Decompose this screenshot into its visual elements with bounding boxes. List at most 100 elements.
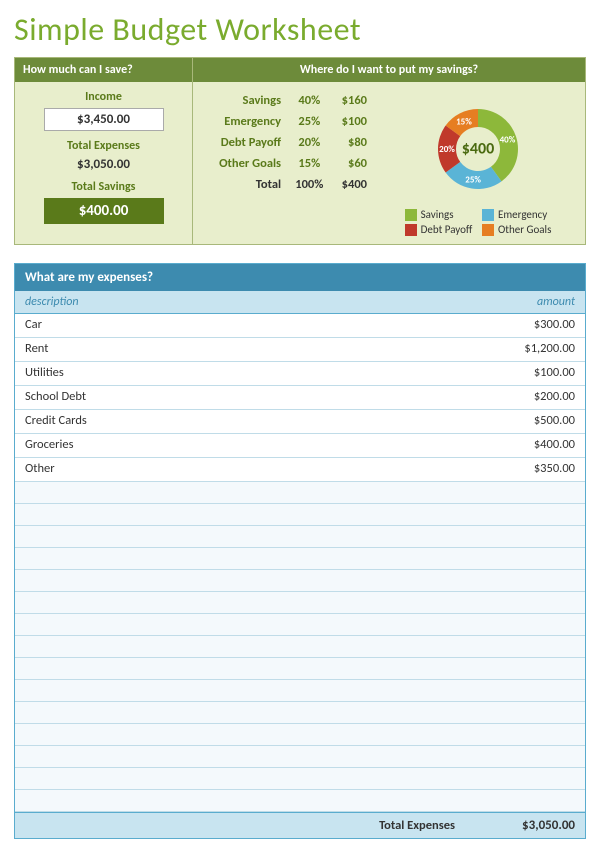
- expense-amt-empty[interactable]: [465, 768, 585, 789]
- expense-desc[interactable]: Credit Cards: [15, 410, 465, 433]
- expense-row-empty: [15, 592, 585, 614]
- where-put-savings-header: Where do I want to put my savings?: [193, 58, 585, 82]
- income-value[interactable]: $3,450.00: [44, 108, 164, 131]
- donut-pct-label: 20%: [439, 144, 455, 155]
- expense-desc-empty[interactable]: [15, 680, 465, 701]
- expense-amt-empty[interactable]: [465, 724, 585, 745]
- legend-dot: [482, 209, 494, 221]
- expense-row: Groceries $400.00: [15, 434, 585, 458]
- income-label: Income: [85, 90, 122, 104]
- expense-amt-empty[interactable]: [465, 702, 585, 723]
- expense-desc-empty[interactable]: [15, 614, 465, 635]
- expense-desc[interactable]: Utilities: [15, 362, 465, 385]
- savings-row-label: Debt Payoff: [205, 132, 287, 153]
- expense-desc-empty[interactable]: [15, 526, 465, 547]
- expense-desc-empty[interactable]: [15, 746, 465, 767]
- col-amt-header: amount: [465, 291, 585, 313]
- savings-row-pct: 40%: [287, 90, 332, 111]
- savings-row-label: Savings: [205, 90, 287, 111]
- savings-row-label: Emergency: [205, 111, 287, 132]
- savings-row-pct: 15%: [287, 153, 332, 174]
- expense-row: School Debt $200.00: [15, 386, 585, 410]
- left-panel: Income $3,450.00 Total Expenses $3,050.0…: [15, 82, 193, 244]
- expense-amt[interactable]: $500.00: [465, 410, 585, 433]
- expense-amt-empty[interactable]: [465, 680, 585, 701]
- footer-label: Total Expenses: [369, 813, 465, 838]
- expense-desc[interactable]: Car: [15, 314, 465, 337]
- expense-row: Other $350.00: [15, 458, 585, 482]
- expenses-section: What are my expenses? description amount…: [14, 263, 586, 839]
- expense-desc[interactable]: School Debt: [15, 386, 465, 409]
- expense-row-empty: [15, 746, 585, 768]
- chart-center-label: $400: [462, 140, 494, 159]
- right-panel: Savings 40% $160 Emergency 25% $100 Debt…: [193, 82, 585, 244]
- expenses-header: What are my expenses?: [15, 264, 585, 291]
- total-savings-value: $400.00: [44, 198, 164, 224]
- expense-desc[interactable]: Rent: [15, 338, 465, 361]
- legend-dot: [482, 224, 494, 236]
- expense-amt-empty[interactable]: [465, 790, 585, 811]
- legend-dot: [405, 209, 417, 221]
- legend-label: Debt Payoff: [421, 223, 473, 236]
- expense-desc-empty[interactable]: [15, 548, 465, 569]
- expense-desc-empty[interactable]: [15, 658, 465, 679]
- expense-desc-empty[interactable]: [15, 592, 465, 613]
- expense-desc-empty[interactable]: [15, 724, 465, 745]
- legend-label: Other Goals: [498, 223, 551, 236]
- expense-amt[interactable]: $1,200.00: [465, 338, 585, 361]
- expense-desc[interactable]: Groceries: [15, 434, 465, 457]
- expense-row-empty: [15, 526, 585, 548]
- expense-desc-empty[interactable]: [15, 790, 465, 811]
- col-desc-header: description: [15, 291, 465, 313]
- expense-amt[interactable]: $100.00: [465, 362, 585, 385]
- expense-amt-empty[interactable]: [465, 636, 585, 657]
- expense-desc[interactable]: Other: [15, 458, 465, 481]
- savings-table: Savings 40% $160 Emergency 25% $100 Debt…: [205, 90, 373, 236]
- expense-amt[interactable]: $350.00: [465, 458, 585, 481]
- legend-label: Emergency: [498, 208, 547, 221]
- expense-desc-empty[interactable]: [15, 636, 465, 657]
- savings-row-label: Total: [205, 174, 287, 195]
- expense-row-empty: [15, 768, 585, 790]
- expense-amt-empty[interactable]: [465, 746, 585, 767]
- expense-desc-empty[interactable]: [15, 570, 465, 591]
- savings-row-pct: 100%: [287, 174, 332, 195]
- expense-desc-empty[interactable]: [15, 768, 465, 789]
- savings-row-amt: $160: [332, 90, 373, 111]
- chart-legend: Savings Emergency Debt Payoff Other Goal…: [405, 208, 552, 236]
- expense-amt-empty[interactable]: [465, 570, 585, 591]
- expenses-footer: Total Expenses $3,050.00: [15, 812, 585, 838]
- expense-amt-empty[interactable]: [465, 658, 585, 679]
- expense-row-empty: [15, 614, 585, 636]
- donut-pct-label: 25%: [465, 175, 481, 186]
- expense-amt[interactable]: $400.00: [465, 434, 585, 457]
- expense-row-empty: [15, 548, 585, 570]
- expense-amt[interactable]: $200.00: [465, 386, 585, 409]
- expense-row-empty: [15, 724, 585, 746]
- expense-row-empty: [15, 636, 585, 658]
- expense-row-empty: [15, 702, 585, 724]
- expense-amt-empty[interactable]: [465, 526, 585, 547]
- savings-row-pct: 20%: [287, 132, 332, 153]
- expense-row-empty: [15, 658, 585, 680]
- expense-amt-empty[interactable]: [465, 614, 585, 635]
- legend-item: Emergency: [482, 208, 551, 221]
- expense-amt[interactable]: $300.00: [465, 314, 585, 337]
- expense-row: Utilities $100.00: [15, 362, 585, 386]
- expense-amt-empty[interactable]: [465, 482, 585, 503]
- top-body: Income $3,450.00 Total Expenses $3,050.0…: [15, 82, 585, 244]
- savings-row-label: Other Goals: [205, 153, 287, 174]
- top-header: How much can I save? Where do I want to …: [15, 58, 585, 82]
- footer-spacer: [15, 813, 369, 838]
- expense-amt-empty[interactable]: [465, 592, 585, 613]
- expense-amt-empty[interactable]: [465, 548, 585, 569]
- expense-amt-empty[interactable]: [465, 504, 585, 525]
- expense-desc-empty[interactable]: [15, 702, 465, 723]
- expense-row-empty: [15, 680, 585, 702]
- expense-row: Credit Cards $500.00: [15, 410, 585, 434]
- expense-desc-empty[interactable]: [15, 482, 465, 503]
- expenses-subheader: description amount: [15, 291, 585, 314]
- savings-row-amt: $80: [332, 132, 373, 153]
- expense-desc-empty[interactable]: [15, 504, 465, 525]
- legend-item: Debt Payoff: [405, 223, 474, 236]
